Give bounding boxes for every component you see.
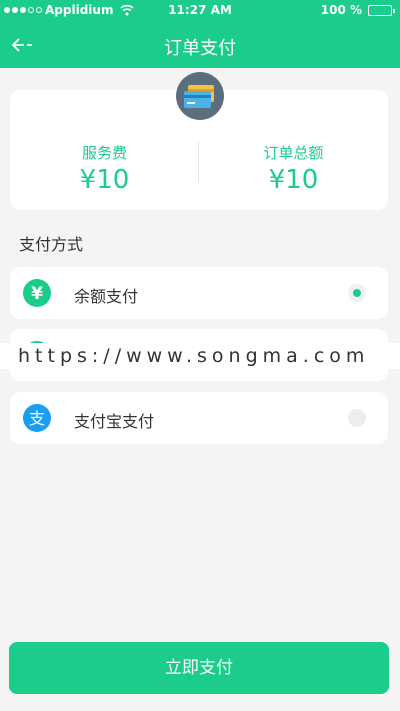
watermark-text: https://www.songma.com [0,343,400,369]
order-total: 订单总额 ¥10 [199,142,388,195]
payment-method-title: 支付方式 [19,235,84,254]
status-bar: Applidium 11:27 AM 100 % [0,0,400,22]
order-total-label: 订单总额 [263,144,324,162]
battery-percent: 100 % [320,3,362,17]
radio-unselected[interactable] [348,409,366,427]
header: Applidium 11:27 AM 100 % 订单支付 [0,0,400,68]
service-fee-label: 服务费 [81,144,127,162]
svg-text:¥: ¥ [31,284,43,304]
page-title: 订单支付 [164,38,236,59]
status-right: 100 % [320,3,395,17]
credit-card-icon [184,85,214,108]
radio-selected[interactable] [348,284,366,302]
payment-option-label: 支付宝支付 [74,412,155,431]
nav-bar: 订单支付 [0,22,400,68]
service-fee-value: ¥10 [79,165,130,195]
svg-text:支: 支 [29,409,45,428]
payment-option-balance[interactable]: ¥ 余额支付 [10,267,388,319]
pay-now-button[interactable]: 立即支付 [9,642,389,694]
service-fee: 服务费 ¥10 [10,142,199,195]
payment-option-label: 余额支付 [74,287,139,306]
order-total-value: ¥10 [268,165,319,195]
payment-option-alipay[interactable]: 支 支付宝支付 [10,392,388,444]
card-badge [176,72,224,120]
alipay-icon: 支 [23,404,51,432]
yuan-icon: ¥ [23,279,51,307]
battery-icon [368,4,395,16]
